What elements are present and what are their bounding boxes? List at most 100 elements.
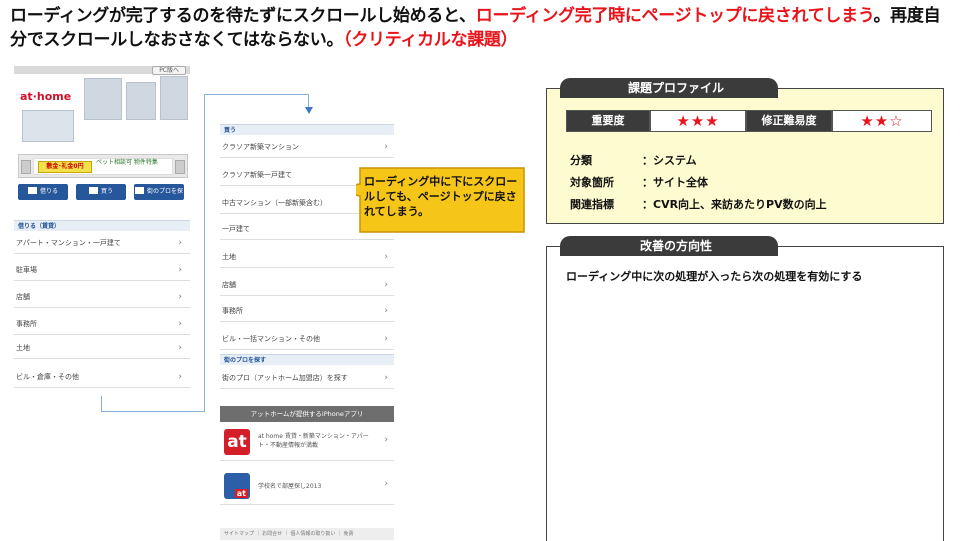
- buy-nav-label: 買う: [100, 188, 113, 195]
- phone-topbar: PC版へ: [14, 66, 190, 75]
- list-item-label: 中古マンション（一部新築含む）: [222, 199, 327, 207]
- list-item[interactable]: クラソア新築マンション ›: [220, 136, 394, 158]
- banner-next-icon[interactable]: [175, 160, 185, 174]
- list-item-label: クラソア新築一戸建て: [222, 171, 292, 179]
- house-illustration: [22, 110, 74, 142]
- chevron-right-icon: ›: [384, 306, 388, 316]
- list-item-label: 土地: [222, 253, 236, 261]
- connector-line: [308, 94, 309, 108]
- list-item[interactable]: アパート・マンション・一戸建て ›: [14, 232, 190, 254]
- chevron-right-icon: ›: [178, 265, 182, 275]
- connector-line: [204, 94, 309, 95]
- slide-headline: ローディングが完了するのを待たずにスクロールし始めると、ローディング完了時にペー…: [10, 4, 950, 52]
- list-item[interactable]: 土地 ›: [14, 337, 190, 359]
- buy-section-header: 買う: [220, 124, 394, 135]
- school-app-icon: at: [224, 473, 250, 499]
- phone-screenshot-top: PC版へ at·home 敷金･礼金0円 ペット相談可 物件特集 借りる 買う …: [14, 66, 190, 396]
- athome-logo: at·home: [20, 90, 72, 103]
- metric-label: 関連指標: [570, 198, 614, 211]
- list-item[interactable]: 店舗 ›: [14, 286, 190, 308]
- issue-profile-title: 課題プロファイル: [560, 78, 778, 98]
- app-description: at home 賃貸・新築マンション・アパート・不動産情報が満載: [258, 433, 369, 449]
- list-item-label: アパート・マンション・一戸建て: [16, 239, 121, 247]
- connector-line: [204, 94, 205, 412]
- chevron-right-icon: ›: [384, 142, 388, 152]
- connector-line: [101, 396, 102, 412]
- list-item[interactable]: 街のプロ（アットホーム加盟店）を探す ›: [220, 367, 394, 389]
- list-item[interactable]: 事務所 ›: [220, 300, 394, 322]
- phone-footer-links: サイトマップ ｜ お問合せ ｜ 個人情報の取り扱い ｜ 免責: [220, 528, 394, 540]
- chevron-right-icon: ›: [384, 435, 388, 445]
- list-item-label: 街のプロ（アットホーム加盟店）を探す: [222, 374, 348, 382]
- category-label: 分類: [570, 154, 592, 167]
- list-item[interactable]: 駐車場 ›: [14, 259, 190, 281]
- list-item-label: 土地: [16, 344, 30, 352]
- banner-prev-icon[interactable]: [21, 160, 31, 174]
- app-list-item[interactable]: at 学校名で部屋探し2013 ›: [220, 468, 394, 505]
- target-label: 対象箇所: [570, 176, 614, 189]
- school-app-badge: at: [234, 489, 248, 498]
- app-list-item[interactable]: at at home 賃貸・新築マンション・アパート・不動産情報が満載 ›: [220, 424, 394, 461]
- connector-line: [101, 411, 205, 412]
- list-item-label: 一戸建て: [222, 225, 250, 233]
- list-item-label: ビル・倉庫・その他: [16, 373, 79, 381]
- chevron-right-icon: ›: [384, 479, 388, 489]
- list-item[interactable]: 店舗 ›: [220, 274, 394, 296]
- target-value: ：サイト全体: [642, 176, 708, 189]
- chevron-right-icon: ›: [178, 319, 182, 329]
- list-item-label: 事務所: [222, 307, 243, 315]
- building-illustration: [160, 76, 188, 120]
- banner-content: 敷金･礼金0円 ペット相談可 物件特集: [33, 158, 173, 175]
- list-item-label: ビル・一括マンション・その他: [222, 335, 320, 343]
- building-illustration: [126, 82, 156, 120]
- app-description: 学校名で部屋探し2013: [258, 483, 322, 490]
- rent-nav-label: 借りる: [39, 188, 58, 195]
- promo-banner[interactable]: 敷金･礼金0円 ペット相談可 物件特集: [18, 154, 188, 178]
- improvement-direction-title: 改善の方向性: [560, 236, 778, 256]
- importance-stars: ★★★: [650, 110, 746, 132]
- list-item[interactable]: 土地 ›: [220, 246, 394, 268]
- buy-nav-button[interactable]: 買う: [76, 184, 126, 200]
- category-value: ：システム: [642, 154, 697, 167]
- list-item-label: 店舗: [16, 293, 30, 301]
- metric-value: ：CVR向上、来訪あたりPV数の向上: [642, 198, 827, 211]
- athome-app-icon: at: [224, 429, 250, 455]
- app-section-header: アットホームが提供するiPhoneアプリ: [220, 406, 394, 422]
- list-item[interactable]: ビル・一括マンション・その他 ›: [220, 328, 394, 350]
- list-item-label: 事務所: [16, 320, 37, 328]
- banner-yellow-label: 敷金･礼金0円: [38, 161, 92, 173]
- chevron-right-icon: ›: [384, 252, 388, 262]
- chevron-right-icon: ›: [178, 372, 182, 382]
- list-item-label: 駐車場: [16, 266, 37, 274]
- importance-label: 重要度: [566, 110, 650, 132]
- difficulty-stars: ★★☆: [832, 110, 932, 132]
- banner-text: ペット相談可 物件特集: [96, 159, 158, 166]
- pro-section-header: 街のプロを探す: [220, 354, 394, 365]
- rent-nav-button[interactable]: 借りる: [18, 184, 68, 200]
- headline-part4: （クリティカルな課題）: [343, 30, 518, 50]
- building-icon: [88, 187, 98, 194]
- headline-part2: ローディング完了時にページトップに戻されてしまう: [475, 6, 874, 26]
- chevron-right-icon: ›: [178, 238, 182, 248]
- chevron-right-icon: ›: [384, 334, 388, 344]
- chevron-right-icon: ›: [384, 373, 388, 383]
- building-illustration: [84, 78, 122, 120]
- pc-version-button[interactable]: PC版へ: [152, 66, 186, 75]
- list-item-label: 店舗: [222, 281, 236, 289]
- improvement-direction-panel: [546, 246, 944, 541]
- pro-nav-button[interactable]: 街のプロを探す: [134, 184, 184, 211]
- shop-icon: [134, 187, 144, 194]
- connector-arrow-icon: [305, 107, 313, 114]
- house-icon: [27, 187, 37, 194]
- rent-section-header: 借りる（賃貸）: [14, 220, 190, 231]
- callout-text: ローディング中に下にスクロールしても、ページトップに戻されてしまう。: [364, 175, 518, 218]
- chevron-right-icon: ›: [178, 292, 182, 302]
- chevron-right-icon: ›: [384, 280, 388, 290]
- chevron-right-icon: ›: [178, 343, 182, 353]
- list-item[interactable]: 事務所 ›: [14, 313, 190, 335]
- pro-nav-label: 街のプロを探す: [146, 188, 183, 211]
- headline-part1: ローディングが完了するのを待たずにスクロールし始めると、: [10, 6, 476, 26]
- list-item-label: クラソア新築マンション: [222, 143, 299, 151]
- list-item[interactable]: ビル・倉庫・その他 ›: [14, 366, 190, 388]
- problem-callout: ローディング中に下にスクロールしても、ページトップに戻されてしまう。: [356, 166, 526, 236]
